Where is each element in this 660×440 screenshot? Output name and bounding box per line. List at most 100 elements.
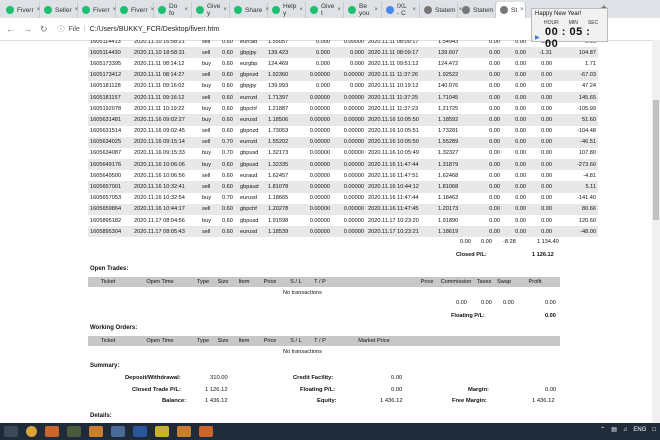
trade-cell: 0.00 [528,203,554,215]
app-icon[interactable] [199,426,213,437]
trade-cell: 1605649176 [88,159,132,171]
trade-cell: 2020.11.11 11:37:23 [368,105,419,112]
col-profit: Profit [528,279,542,285]
trade-cell: 80.66 [554,203,598,215]
trade-cell: 2020.11.16 11:47:51 [368,172,419,179]
app-icon[interactable] [177,426,191,437]
tab-13[interactable]: St × [496,2,526,18]
trade-cell: sell [202,172,211,179]
trade-cell: buy [202,195,212,202]
trade-cell: 0.00 [541,150,552,157]
close-tab-icon[interactable]: × [374,7,381,13]
close-tab-icon[interactable]: × [412,7,419,13]
language-indicator[interactable]: ENG [633,427,646,433]
tab-12[interactable]: Statem× [458,2,500,18]
tab-2[interactable]: Fiverr × [78,2,116,18]
closed-trade-pl-value: 1 126.12 [205,387,228,393]
trade-cell: 0.00 [502,181,528,193]
trade-cell: 0.00 [476,47,502,59]
col-ticket: Ticket [100,279,116,285]
trade-cell: buy [202,83,212,90]
tab-label: Fiverr [93,6,110,14]
trade-cell: 0.00000 [343,195,364,202]
close-tab-icon[interactable]: × [223,7,230,13]
app-icon[interactable] [155,426,169,437]
close-tab-icon[interactable]: × [299,7,306,13]
working-orders-empty: No transactions [283,349,322,355]
trade-cell: -48.00 [554,226,598,238]
closed-trades-table: 1605114413 2020.11.10 16:58:21 sell 0.60 eur… [88,40,598,238]
notification-icon[interactable]: □ [652,427,656,433]
trade-cell: 2020.11.17 08:04:56 [134,217,185,224]
file-icon[interactable] [67,426,81,437]
app-icon[interactable] [111,426,125,437]
word-icon[interactable] [133,426,147,437]
play-icon[interactable]: ▶ [535,34,540,41]
summary-title: Summary: [90,363,120,369]
trade-cell: gbpusd [240,150,259,157]
open-total-profit: 0.00 [545,300,556,306]
trade-cell: 1.32327 [438,150,459,157]
trade-cell: 1605634025 [88,136,132,148]
credit-label: Credit Facility: [293,375,334,381]
trade-cell: 1605114430 [88,47,132,59]
trade-cell: 1.55289 [436,136,476,148]
trade-cell: eurusd [238,114,266,126]
trade-cell: buy [200,159,220,171]
close-tab-icon[interactable]: × [520,7,527,13]
start-icon[interactable] [4,426,18,437]
tab-6[interactable]: Share × [230,2,269,18]
scrollbar-thumb[interactable] [653,100,659,220]
tab-3[interactable]: Fiverr × [116,2,154,18]
trade-cell: 2020.11.16 10:32:54 [134,195,185,202]
chrome-icon[interactable] [26,426,37,437]
table-row: 1605631514 2020.11.16 09:02:45 sell 0.60 gbp… [88,126,598,137]
tab-1[interactable]: Seller × [40,2,78,18]
trade-cell: 1.31879 [436,159,476,171]
back-icon[interactable]: ← [6,24,15,34]
chevron-up-icon[interactable]: ⌃ [600,426,605,433]
reload-icon[interactable]: ↻ [40,24,48,35]
close-tab-icon[interactable]: × [337,7,344,13]
tab-9[interactable]: Be you × [344,2,382,18]
vertical-scrollbar[interactable] [652,40,660,423]
trade-cell: 0.000 [350,60,364,67]
tab-4[interactable]: Do fo × [154,2,192,18]
url-text[interactable]: C:/Users/BUKKY_FCR/Desktop/fiverr.htm [90,26,220,33]
forward-icon[interactable]: → [23,24,32,34]
trade-cell: 2020.11.16 11:47:44 [368,195,419,202]
app-icon[interactable] [45,426,59,437]
clock-message: Happy New Year! [535,11,582,17]
trade-cell: 107.80 [578,150,596,157]
tab-0[interactable]: Fiverr × [2,2,40,18]
trade-cell: 2020.11.16 11:47:45 [366,203,436,215]
trade-cell: 1.92360 [266,69,300,81]
fiverr-icon [234,6,242,14]
close-tab-icon[interactable]: × [184,7,191,13]
tab-8[interactable]: Give t × [306,2,344,18]
trade-cell: 1.71 [585,60,596,67]
trade-cell: 0.00 [528,159,554,171]
trade-cell: 0.00 [476,91,502,104]
app-icon[interactable] [89,426,103,437]
trade-cell: 2020.11.11 09:16:02 [134,83,185,90]
tab-label: Statem [435,6,456,14]
tab-7[interactable]: Help y × [268,2,306,18]
trade-cell: 1605192078 [90,105,122,112]
trade-cell: eurnzd [238,91,266,104]
tab-5[interactable]: Give y × [192,2,230,18]
info-icon[interactable]: ⓘ [58,24,65,34]
network-icon[interactable]: ▤ [611,426,617,433]
trade-cell: 2020.11.16 10:05:50 [366,136,436,148]
trade-cell: 1.18665 [268,195,289,202]
trade-cell: 139.607 [436,47,476,59]
closed-total-profit: 1 134.40 [537,239,559,245]
table-row: 1605114413 2020.11.10 16:58:21 sell 0.60 eur… [88,40,598,47]
trade-cell: 0.00000 [300,159,332,171]
trade-cell: sell [202,128,211,135]
speaker-icon[interactable]: ♫ [623,427,628,433]
trade-cell: 1605649500 [90,172,122,179]
details-title: Details: [90,413,112,419]
tab-10[interactable]: IXL - C × [382,2,420,18]
tab-11[interactable]: Statem × [420,2,462,18]
